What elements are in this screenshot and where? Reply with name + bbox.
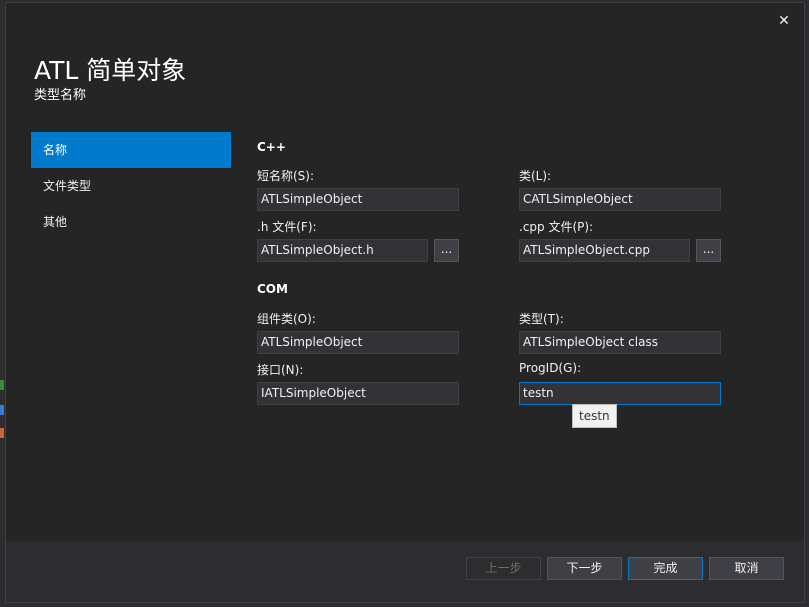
- background-edge-mark: [0, 380, 4, 390]
- finish-button[interactable]: 完成: [628, 557, 703, 580]
- type-label: 类型(T):: [519, 312, 564, 326]
- coclass-label: 组件类(O):: [257, 312, 316, 326]
- close-icon[interactable]: ✕: [774, 11, 794, 31]
- progid-label: ProgID(G):: [519, 361, 582, 375]
- cancel-button[interactable]: 取消: [709, 557, 784, 580]
- class-label: 类(L):: [519, 169, 552, 183]
- h-file-label: .h 文件(F):: [257, 220, 317, 234]
- previous-button[interactable]: 上一步: [466, 557, 541, 580]
- h-file-field[interactable]: ATLSimpleObject.h: [257, 239, 428, 262]
- atl-simple-object-dialog: ✕ ATL 简单对象 类型名称 名称 文件类型 其他 C++ 短名称(S): A…: [5, 2, 805, 603]
- short-name-label: 短名称(S):: [257, 169, 315, 183]
- cpp-file-field[interactable]: ATLSimpleObject.cpp: [519, 239, 690, 262]
- progid-field[interactable]: testn: [519, 382, 721, 405]
- cpp-file-label: .cpp 文件(P):: [519, 220, 594, 234]
- dialog-subtitle: 类型名称: [34, 88, 87, 103]
- interface-label: 接口(N):: [257, 363, 304, 377]
- cpp-file-browse-button[interactable]: ...: [696, 239, 721, 262]
- class-field[interactable]: CATLSimpleObject: [519, 188, 721, 211]
- coclass-field[interactable]: ATLSimpleObject: [257, 331, 459, 354]
- background-edge-mark: [0, 405, 4, 415]
- dialog-title: ATL 简单对象: [34, 56, 187, 85]
- sidebar-item-file-types[interactable]: 文件类型: [31, 168, 231, 204]
- h-file-browse-button[interactable]: ...: [434, 239, 459, 262]
- com-section-title: COM: [257, 282, 288, 296]
- sidebar-item-names[interactable]: 名称: [31, 132, 231, 168]
- cpp-section-title: C++: [257, 140, 286, 154]
- sidebar-item-other[interactable]: 其他: [31, 204, 231, 240]
- next-button[interactable]: 下一步: [547, 557, 622, 580]
- type-field[interactable]: ATLSimpleObject class: [519, 331, 721, 354]
- progid-tooltip: testn: [572, 404, 617, 428]
- interface-field[interactable]: IATLSimpleObject: [257, 382, 459, 405]
- background-edge-mark: [0, 428, 4, 438]
- sidebar-nav: 名称 文件类型 其他: [31, 132, 231, 240]
- short-name-field[interactable]: ATLSimpleObject: [257, 188, 459, 211]
